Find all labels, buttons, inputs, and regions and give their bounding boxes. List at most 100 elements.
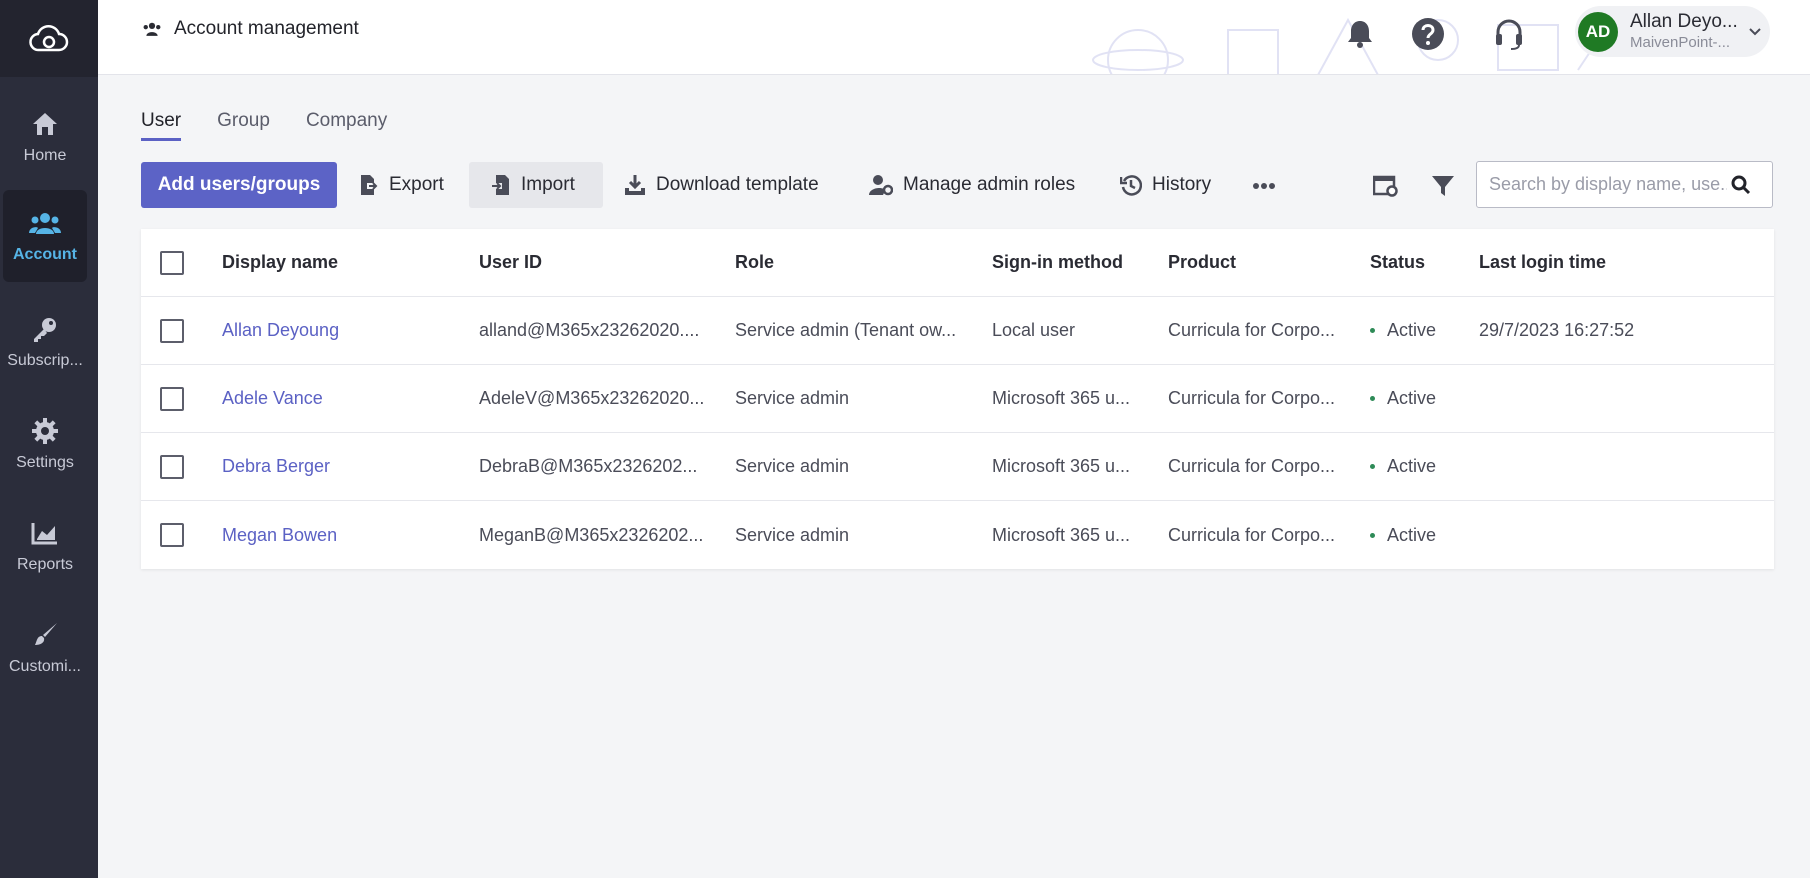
sidebar-item-settings[interactable]: Settings — [3, 398, 87, 490]
sidebar-item-home[interactable]: Home — [3, 91, 87, 183]
user-org: MaivenPoint-... — [1630, 34, 1731, 51]
role-cell: Service admin — [735, 388, 850, 408]
display-name-link[interactable]: Debra Berger — [222, 456, 452, 477]
row-checkbox[interactable] — [160, 523, 184, 547]
sidebar-item-label: Customi... — [8, 658, 81, 675]
product-cell: Curricula for Corpo... — [1168, 388, 1336, 408]
manage-admin-roles-button[interactable]: Manage admin roles — [859, 162, 1085, 208]
status-text: Active — [1387, 388, 1437, 408]
user-id-cell: DebraB@M365x2326202... — [479, 456, 698, 476]
history-button[interactable]: History — [1110, 162, 1221, 208]
notifications-button[interactable] — [1338, 12, 1382, 56]
support-button[interactable] — [1487, 12, 1531, 56]
cloud-logo-icon — [29, 24, 69, 51]
add-users-groups-button[interactable]: Add users/groups — [141, 162, 337, 208]
status-text: Active — [1387, 524, 1437, 545]
status-dot-icon — [1370, 464, 1375, 469]
users-table: Display name User ID Role Sign-in method… — [141, 229, 1774, 569]
status-text: Active — [1387, 456, 1437, 476]
download-template-button[interactable]: Download template — [614, 162, 829, 208]
role-cell: Service admin — [735, 456, 850, 476]
chevron-down-icon — [1748, 27, 1762, 37]
column-header-sign-in-method[interactable]: Sign-in method — [992, 252, 1142, 273]
role-cell: Service admin — [735, 524, 850, 545]
status-text: Active — [1387, 320, 1437, 340]
tab-user[interactable]: User — [141, 110, 182, 141]
tab-company[interactable]: Company — [306, 110, 387, 141]
user-id-cell: MeganB@M365x2326202... — [479, 524, 704, 545]
account-tabs: User Group Company — [141, 110, 423, 141]
user-gear-icon — [869, 174, 893, 196]
column-header-user-id[interactable]: User ID — [479, 252, 709, 273]
user-id-cell: alland@M365x23262020.... — [479, 320, 700, 340]
role-cell: Service admin (Tenant ow... — [735, 320, 957, 340]
sidebar-item-reports[interactable]: Reports — [3, 500, 87, 592]
column-header-status[interactable]: Status — [1370, 252, 1460, 273]
product-cell: Curricula for Corpo... — [1168, 320, 1336, 340]
column-header-role[interactable]: Role — [735, 252, 965, 273]
more-actions-button[interactable] — [1244, 166, 1284, 206]
sidebar-item-label: Subscrip... — [7, 352, 83, 369]
page-title: Account management — [142, 18, 359, 40]
tab-group[interactable]: Group — [217, 110, 270, 141]
key-icon — [31, 314, 59, 344]
users-icon — [142, 21, 162, 37]
row-checkbox[interactable] — [160, 318, 184, 343]
status-cell: Active — [1370, 320, 1460, 341]
column-header-product[interactable]: Product — [1168, 252, 1343, 273]
column-header-last-login-time[interactable]: Last login time — [1479, 252, 1739, 273]
user-menu[interactable]: AD Allan Deyo... MaivenPoint-... — [1575, 6, 1770, 57]
sidebar-item-label: Account — [13, 246, 77, 263]
table-row: Adele Vance AdeleV@M365x23262020... Serv… — [141, 365, 1774, 433]
sidebar: Home Account Subscrip... Settings Report… — [0, 0, 98, 878]
search-input[interactable] — [1477, 174, 1727, 195]
column-settings-button[interactable] — [1366, 166, 1406, 206]
status-dot-icon — [1370, 396, 1375, 401]
column-header-display-name[interactable]: Display name — [222, 252, 452, 273]
home-icon — [31, 109, 59, 139]
status-dot-icon — [1370, 532, 1375, 538]
display-name-link[interactable]: Allan Deyoung — [222, 320, 452, 341]
headset-icon — [1496, 19, 1522, 50]
export-label: Export — [389, 174, 444, 195]
user-id-cell: AdeleV@M365x23262020... — [479, 388, 705, 408]
sign-in-method-cell: Local user — [992, 320, 1076, 340]
download-template-label: Download template — [656, 174, 819, 195]
table-header-row: Display name User ID Role Sign-in method… — [141, 229, 1774, 297]
sidebar-item-account[interactable]: Account — [3, 190, 87, 282]
help-button[interactable] — [1406, 12, 1450, 56]
app-logo[interactable] — [0, 0, 98, 77]
question-circle-icon — [1412, 18, 1444, 50]
row-checkbox[interactable] — [160, 386, 184, 411]
top-header: Account management AD Allan Deyo... Maiv… — [98, 0, 1810, 75]
product-cell: Curricula for Corpo... — [1168, 524, 1336, 545]
sidebar-item-label: Reports — [16, 556, 74, 573]
user-name: Allan Deyo... — [1630, 11, 1738, 33]
sidebar-item-label: Home — [23, 147, 67, 164]
export-button[interactable]: Export — [349, 162, 454, 208]
import-button[interactable]: Import — [469, 162, 603, 208]
select-all-checkbox[interactable] — [160, 250, 184, 275]
row-checkbox[interactable] — [160, 454, 184, 479]
sidebar-item-label: Settings — [16, 454, 74, 471]
sidebar-item-subscriptions[interactable]: Subscrip... — [3, 296, 87, 388]
bell-icon — [1348, 21, 1372, 48]
status-dot-icon — [1370, 328, 1375, 333]
last-login-cell: 29/7/2023 16:27:52 — [1479, 320, 1635, 340]
sign-in-method-cell: Microsoft 365 u... — [992, 456, 1131, 476]
history-icon — [1120, 174, 1142, 196]
import-icon — [491, 174, 511, 196]
column-settings-icon — [1373, 175, 1398, 197]
chart-icon — [31, 518, 59, 548]
search-icon[interactable] — [1731, 175, 1751, 195]
sidebar-item-customization[interactable]: Customi... — [3, 602, 87, 694]
filter-button[interactable] — [1423, 166, 1463, 206]
history-label: History — [1152, 174, 1212, 195]
table-row: Debra Berger DebraB@M365x2326202... Serv… — [141, 433, 1774, 501]
manage-admin-roles-label: Manage admin roles — [903, 174, 1076, 195]
brush-icon — [31, 620, 59, 650]
search-box — [1476, 161, 1773, 208]
table-row: Megan Bowen MeganB@M365x2326202... Servi… — [141, 501, 1774, 569]
display-name-link[interactable]: Megan Bowen — [222, 525, 452, 546]
display-name-link[interactable]: Adele Vance — [222, 388, 452, 409]
